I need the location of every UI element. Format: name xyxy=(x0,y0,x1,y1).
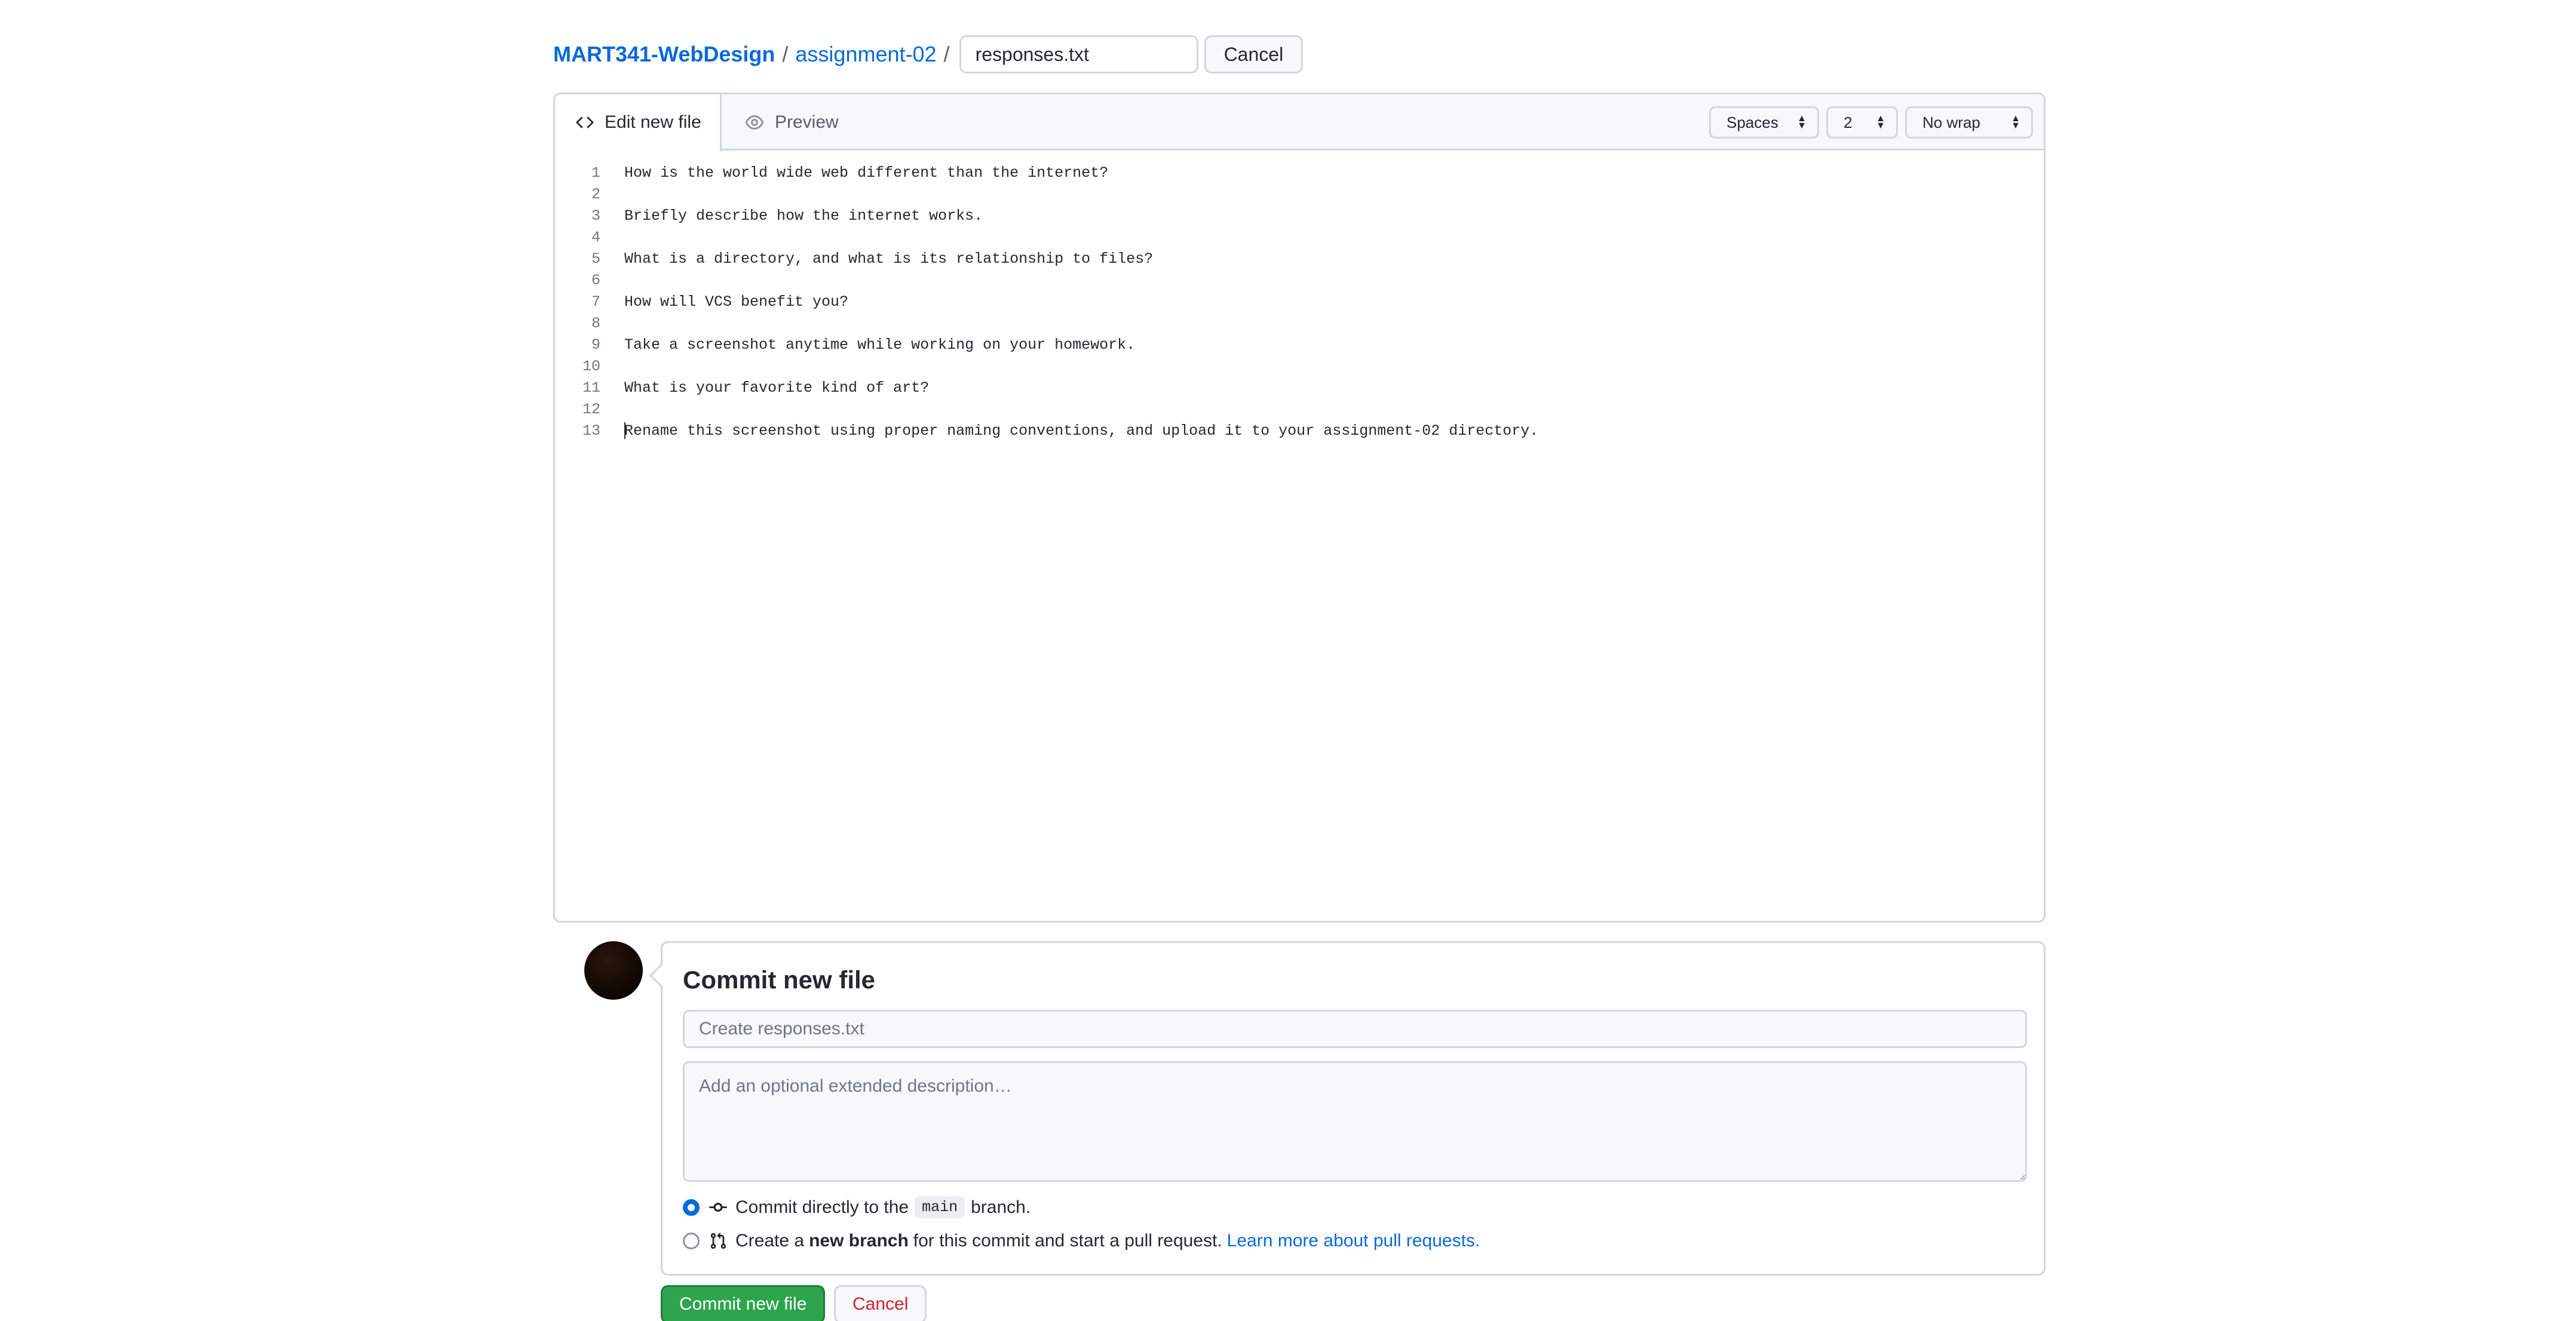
eye-icon xyxy=(745,115,764,130)
wrap-mode-select[interactable]: No wrap ▲ ▼ xyxy=(1905,106,2033,139)
line-number: 5 xyxy=(591,250,600,268)
indent-mode-select[interactable]: Spaces ▲ ▼ xyxy=(1709,106,1819,139)
line-number: 1 xyxy=(591,164,600,182)
filename-input[interactable] xyxy=(959,35,1198,73)
code-line: 12 xyxy=(555,398,2044,420)
radio-new-branch[interactable] xyxy=(683,1233,700,1249)
indent-size-select[interactable]: 2 ▲ ▼ xyxy=(1826,106,1898,139)
line-text-cursor-wrap: Rename this screenshot using proper nami… xyxy=(624,422,1538,440)
folder-link[interactable]: assignment-02 xyxy=(795,42,936,67)
line-number: 13 xyxy=(582,422,600,440)
breadcrumb-separator: / xyxy=(782,42,789,66)
line-text: What is a directory, and what is its rel… xyxy=(624,250,1154,268)
tab-edit-new-file[interactable]: Edit new file xyxy=(555,94,722,152)
tab-preview[interactable]: Preview xyxy=(745,94,839,150)
code-line: 9 Take a screenshot anytime while working… xyxy=(555,334,2044,355)
avatar xyxy=(584,941,643,1000)
option-branch-bold: new branch xyxy=(809,1231,909,1251)
commit-form: Commit new file Commit directly to the m… xyxy=(661,941,2046,1276)
line-text: What is your favorite kind of art? xyxy=(624,379,930,397)
wrap-mode-value: No wrap xyxy=(1922,113,1980,131)
code-line: 7 How will VCS benefit you? xyxy=(555,291,2044,312)
line-text: How will VCS benefit you? xyxy=(624,293,849,311)
line-text: Rename this screenshot using proper nami… xyxy=(624,422,1539,440)
line-text: Take a screenshot anytime while working … xyxy=(624,336,1136,354)
code-line: 13 Rename this screenshot using proper na… xyxy=(555,420,2044,441)
cancel-button[interactable]: Cancel xyxy=(1204,35,1304,73)
option-commit-direct[interactable]: Commit directly to the main branch. xyxy=(683,1196,1031,1218)
code-line: 11 What is your favorite kind of art? xyxy=(555,377,2044,398)
option-direct-prefix: Commit directly to the xyxy=(735,1197,909,1217)
line-number: 2 xyxy=(591,185,600,203)
line-text: Briefly describe how the internet works. xyxy=(624,207,983,225)
radio-commit-direct[interactable] xyxy=(683,1199,700,1216)
learn-more-link[interactable]: Learn more about pull requests. xyxy=(1227,1231,1480,1251)
git-pull-request-icon xyxy=(710,1233,726,1249)
line-text: How is the world wide web different than… xyxy=(624,164,1109,182)
breadcrumb: MART341-WebDesign / assignment-02 / Canc… xyxy=(553,35,1304,74)
cancel-commit-button[interactable]: Cancel xyxy=(834,1285,927,1321)
editor-header: Edit new file Preview Spaces ▲ ▼ 2 ▲ ▼ No … xyxy=(555,94,2044,152)
code-line: 2 xyxy=(555,183,2044,205)
line-number: 9 xyxy=(591,336,600,354)
line-number: 4 xyxy=(591,228,600,246)
code-line: 8 xyxy=(555,312,2044,334)
repo-link[interactable]: MART341-WebDesign xyxy=(553,42,775,67)
code-line: 5 What is a directory, and what is its re… xyxy=(555,248,2044,269)
commit-title: Commit new file xyxy=(683,966,876,994)
option-new-branch[interactable]: Create a new branch for this commit and … xyxy=(683,1231,1480,1251)
commit-new-file-button[interactable]: Commit new file xyxy=(661,1285,826,1321)
select-arrows-icon: ▲ ▼ xyxy=(2011,113,2020,131)
code-line: 3 Briefly describe how the internet works… xyxy=(555,205,2044,226)
code-icon xyxy=(576,116,594,128)
select-arrows-icon: ▲ ▼ xyxy=(1876,113,1885,131)
line-number: 7 xyxy=(591,293,600,311)
option-branch-suffix: for this commit and start a pull request… xyxy=(913,1231,1222,1251)
editor-options: Spaces ▲ ▼ 2 ▲ ▼ No wrap ▲ ▼ xyxy=(1709,106,2033,139)
line-number: 12 xyxy=(582,400,600,418)
line-number: 11 xyxy=(582,379,600,397)
code-area[interactable]: 1 How is the world wide web different tha… xyxy=(555,152,2044,441)
line-number: 10 xyxy=(582,357,600,375)
code-line: 4 xyxy=(555,226,2044,248)
option-direct-suffix: branch. xyxy=(971,1197,1031,1217)
indent-mode-value: Spaces xyxy=(1726,113,1778,131)
code-line: 6 xyxy=(555,269,2044,291)
line-number: 6 xyxy=(591,271,600,289)
line-number: 8 xyxy=(591,314,600,332)
option-branch-prefix: Create a xyxy=(735,1231,805,1251)
git-commit-icon xyxy=(709,1202,727,1212)
select-arrows-icon: ▲ ▼ xyxy=(1797,113,1807,131)
tab-preview-label: Preview xyxy=(775,112,839,132)
commit-description-input[interactable] xyxy=(683,1061,2027,1182)
indent-size-value: 2 xyxy=(1844,113,1853,131)
line-number: 3 xyxy=(591,207,600,225)
tab-edit-label: Edit new file xyxy=(605,112,701,132)
branch-name-badge: main xyxy=(915,1196,965,1218)
commit-message-input[interactable] xyxy=(683,1010,2027,1048)
file-editor: Edit new file Preview Spaces ▲ ▼ 2 ▲ ▼ No … xyxy=(553,93,2046,923)
breadcrumb-separator: / xyxy=(943,42,950,66)
code-line: 10 xyxy=(555,355,2044,377)
code-line: 1 How is the world wide web different tha… xyxy=(555,162,2044,183)
